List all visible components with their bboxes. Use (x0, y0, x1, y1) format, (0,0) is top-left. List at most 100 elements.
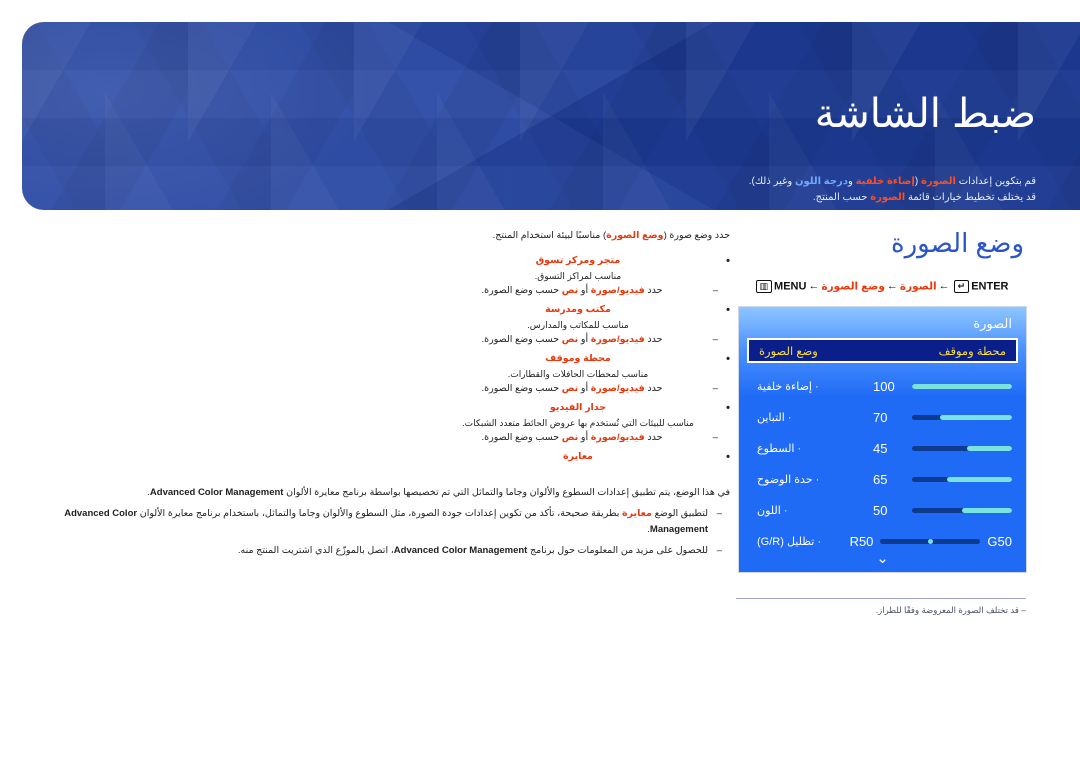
note-text-post-2: حسب وضع الصورة. (481, 383, 562, 394)
subtitle-text-5: قد يختلف تخطيط خيارات قائمة (905, 192, 1036, 203)
osd-value-color: 50 (873, 503, 888, 518)
slider-track-tint[interactable] (880, 539, 981, 544)
calibration-note-2: للحصول على مزيد من المعلومات حول برنامج … (30, 543, 730, 559)
osd-slider-tint[interactable]: R50 G50 (850, 534, 1012, 549)
slider-track-color[interactable] (912, 508, 1012, 513)
osd-selected-row-picture-mode[interactable]: محطة وموقف وضع الصورة (747, 338, 1018, 363)
osd-label-color: · اللون (757, 505, 788, 517)
note-text-pre-2: حدد (644, 383, 663, 394)
osd-value-sharpness: 65 (873, 472, 888, 487)
menu-navigation-path: ▥ MENU ← الصورة←وضع الصورة ← ↵ ENTER (736, 280, 1026, 293)
note-hl-video-0: فيديو/صورة (590, 285, 645, 296)
osd-row-backlight[interactable]: 100 · إضاءة خلفية (739, 371, 1026, 402)
calib-d2-pre: للحصول على مزيد من المعلومات حول برنامج (527, 545, 708, 556)
osd-value-brightness: 45 (873, 441, 888, 456)
note-hl-text-3: نص (561, 432, 579, 443)
subtitle-highlight-picture-2: الصورة (870, 192, 906, 203)
option-title-terminal-and-station: محطة وموقف (440, 351, 730, 367)
calib-p1-product-name: Advanced Color Management (149, 487, 284, 498)
right-column: وضع الصورة ▥ MENU ← الصورة←وضع الصورة ← ↵ ENTE… (736, 228, 1026, 616)
osd-label-sharpness: · حدة الوضوح (757, 474, 820, 486)
option-title-video-wall: جدار الفيديو (440, 400, 730, 416)
option-desc-video-wall: مناسب للبيئات التي تُستخدم بها عروض الحا… (462, 418, 694, 428)
calib-d1-highlight: معايرة (622, 508, 652, 519)
note-hl-text-2: نص (561, 383, 579, 394)
osd-footnote: – قد تختلف الصورة المعروضة وفقًا للطراز. (736, 598, 1026, 616)
note-text-pre-3: حدد (644, 432, 663, 443)
content-column: حدد وضع صورة (وضع الصورة) مناسبًا لبيئة … (440, 228, 730, 469)
enter-key-icon: ↵ (953, 280, 970, 293)
menu-path-arrow-1: ← (808, 280, 820, 293)
subtitle-highlight-backlight: إضاءة خلفية (855, 176, 915, 187)
osd-row-brightness[interactable]: 45 · السطوع (739, 433, 1026, 464)
osd-row-sharpness[interactable]: 65 · حدة الوضوح (739, 464, 1026, 495)
note-text-pre-0: حدد (644, 285, 663, 296)
calib-p1-pre: في هذا الوضع، يتم تطبيق إعدادات السطوع و… (283, 487, 730, 498)
list-item-shop-and-mart: متجر ومركز تسوق مناسب لمراكز التسوق. حدد… (440, 253, 730, 298)
slider-track-sharpness[interactable] (912, 477, 1012, 482)
osd-value-tint-green: G50 (987, 534, 1012, 549)
note-hl-text-0: نص (561, 285, 579, 296)
note-text-mid-1: أو (578, 334, 591, 345)
list-item-terminal-and-station: محطة وموقف مناسب لمحطات الحافلات والقطار… (440, 351, 730, 396)
osd-row-contrast[interactable]: 70 · التباين (739, 402, 1026, 433)
calib-d2-post: ، اتصل بالموزّع الذي اشتريت المنتج منه. (237, 545, 394, 556)
banner-glow-decoration (22, 22, 402, 210)
note-hl-text-1: نص (561, 334, 579, 345)
lead-text-pre: حدد وضع صورة ( (663, 230, 730, 241)
option-title-calibration: معايرة (440, 449, 730, 465)
banner-subtitle: قم بتكوين إعدادات الصورة (إضاءة خلفية ود… (436, 174, 1036, 206)
banner-subtitle-line-2: قد يختلف تخطيط خيارات قائمة الصورة حسب ا… (436, 190, 1036, 206)
option-title-shop-and-mart: متجر ومركز تسوق (440, 253, 730, 269)
option-title-office-and-school: مكتب ومدرسة (440, 302, 730, 318)
note-text-post-1: حسب وضع الصورة. (481, 334, 562, 345)
subtitle-text-3: و (847, 176, 856, 187)
subtitle-highlight-picture: الصورة (920, 176, 956, 187)
osd-slider-sharpness[interactable]: 65 (873, 472, 1012, 487)
osd-slider-contrast[interactable]: 70 (873, 410, 1012, 425)
option-note-video-wall: حدد فيديو/صورة أو نص حسب وضع الصورة. (440, 430, 730, 445)
subtitle-text-4: وغير ذلك). (748, 176, 795, 187)
list-item-office-and-school: مكتب ومدرسة مناسب للمكاتب والمدارس. حدد … (440, 302, 730, 347)
calibration-paragraph-1: في هذا الوضع، يتم تطبيق إعدادات السطوع و… (30, 485, 730, 501)
note-hl-video-2: فيديو/صورة (590, 383, 645, 394)
osd-label-brightness: · السطوع (757, 443, 802, 455)
slider-track-contrast[interactable] (912, 415, 1012, 420)
osd-selected-row-value: محطة وموقف (938, 345, 1006, 358)
osd-label-backlight: · إضاءة خلفية (757, 381, 819, 393)
osd-value-backlight: 100 (873, 379, 895, 394)
menu-grid-icon: ▥ (755, 280, 773, 293)
subtitle-text-1: قم بتكوين إعدادات (955, 176, 1036, 187)
osd-slider-backlight[interactable]: 100 (873, 379, 1012, 394)
banner-subtitle-line-1: قم بتكوين إعدادات الصورة (إضاءة خلفية ود… (436, 174, 1036, 190)
osd-value-contrast: 70 (873, 410, 888, 425)
note-text-pre-1: حدد (644, 334, 663, 345)
section-title: وضع الصورة (891, 228, 1024, 258)
list-item-video-wall: جدار الفيديو مناسب للبيئات التي تُستخدم … (440, 400, 730, 445)
osd-panel-title: الصورة (973, 316, 1012, 331)
content-lead-paragraph: حدد وضع صورة (وضع الصورة) مناسبًا لبيئة … (440, 228, 730, 243)
option-note-shop-and-mart: حدد فيديو/صورة أو نص حسب وضع الصورة. (440, 283, 730, 298)
osd-label-tint: · تظليل (G/R) (757, 536, 822, 548)
osd-slider-color[interactable]: 50 (873, 503, 1012, 518)
chevron-down-icon[interactable]: ⌄ (739, 551, 1026, 566)
osd-selected-row-label: وضع الصورة (759, 345, 818, 358)
note-hl-video-1: فيديو/صورة (590, 334, 645, 345)
note-text-mid-0: أو (578, 285, 591, 296)
subtitle-text-6: حسب المنتج. (812, 192, 871, 203)
option-desc-terminal-and-station: مناسب لمحطات الحافلات والقطارات. (507, 369, 649, 379)
osd-row-color[interactable]: 50 · اللون (739, 495, 1026, 526)
option-desc-office-and-school: مناسب للمكاتب والمدارس. (527, 320, 629, 330)
slider-track-brightness[interactable] (912, 446, 1012, 451)
menu-path-arrow-2: ← (886, 280, 898, 293)
osd-slider-brightness[interactable]: 45 (873, 441, 1012, 456)
osd-label-contrast: · التباين (757, 412, 792, 424)
option-note-office-and-school: حدد فيديو/صورة أو نص حسب وضع الصورة. (440, 332, 730, 347)
slider-track-backlight[interactable] (912, 384, 1012, 389)
calib-d1-mid: بطريقة صحيحة، تأكد من تكوين إعدادات جودة… (137, 508, 623, 519)
menu-path-menu-label: MENU (774, 280, 807, 293)
calib-d2-product-name: Advanced Color Management (393, 545, 528, 556)
note-hl-video-3: فيديو/صورة (590, 432, 645, 443)
note-text-post-0: حسب وضع الصورة. (481, 285, 562, 296)
note-text-post-3: حسب وضع الصورة. (481, 432, 562, 443)
